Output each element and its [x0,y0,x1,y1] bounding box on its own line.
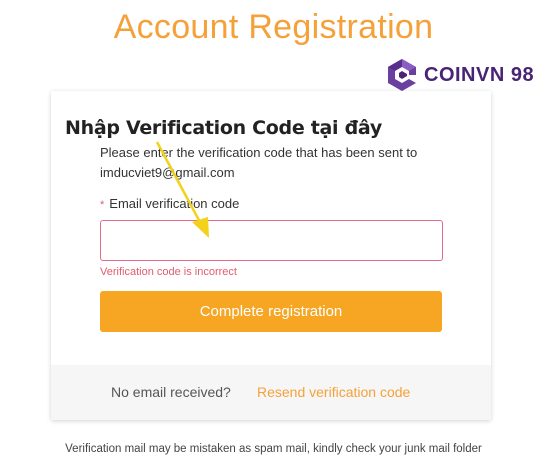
annotation-text: Nhập Verification Code tại đây [65,117,382,139]
hexagon-c-logo-icon [388,59,416,91]
spam-notice: Verification mail may be mistaken as spa… [65,443,482,455]
brand-logo: COINVN 98 [386,58,534,92]
complete-registration-button[interactable]: Complete registration [100,291,442,332]
resend-code-link[interactable]: Resend verification code [257,384,410,400]
verification-code-input[interactable] [100,220,443,261]
code-field-label-text: Email verification code [109,196,240,211]
required-mark: * [100,199,105,211]
page-title: Account Registration [113,8,434,46]
error-message: Verification code is incorrect [100,266,237,278]
email-address: imducviet9@gmail.com [100,165,235,180]
no-email-text: No email received? [111,384,231,400]
code-field-label: * Email verification code [100,196,239,211]
brand-name: COINVN 98 [424,63,535,86]
instruction-text: Please enter the verification code that … [100,145,418,160]
